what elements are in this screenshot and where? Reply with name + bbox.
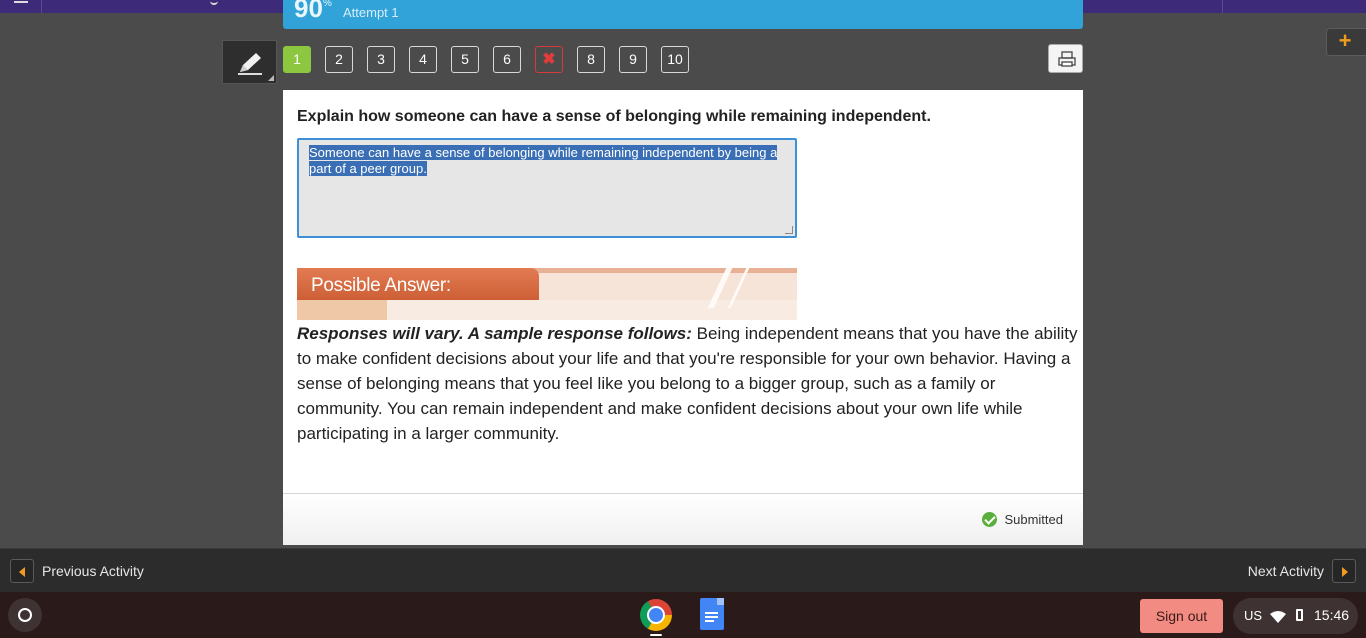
pencil-icon bbox=[238, 53, 262, 75]
question-1-button[interactable]: 1 bbox=[283, 46, 311, 73]
next-activity-label: Next Activity bbox=[1247, 563, 1324, 579]
score-banner: 90 % Attempt 1 bbox=[283, 0, 1083, 29]
question-2-button[interactable]: 2 bbox=[325, 46, 353, 73]
question-8-button[interactable]: 8 bbox=[577, 46, 605, 73]
wifi-icon bbox=[1270, 611, 1286, 623]
nav-glyph bbox=[210, 0, 218, 5]
clock: 15:46 bbox=[1314, 607, 1350, 623]
question-3-button[interactable]: 3 bbox=[367, 46, 395, 73]
possible-answer-banner: Possible Answer: bbox=[297, 268, 797, 320]
answer-text: Someone can have a sense of belonging wh… bbox=[309, 145, 778, 176]
pencil-tool-button[interactable] bbox=[222, 40, 277, 84]
submitted-label: Submitted bbox=[1004, 512, 1063, 527]
activity-bar: Previous Activity Next Activity bbox=[0, 548, 1366, 592]
menu-icon bbox=[14, 1, 28, 3]
attempt-label: Attempt 1 bbox=[343, 5, 399, 20]
score-value: 90 bbox=[294, 0, 323, 23]
docs-icon[interactable] bbox=[700, 598, 724, 630]
question-7-button[interactable]: ✖ bbox=[535, 46, 563, 73]
response-lead: Responses will vary. A sample response f… bbox=[297, 324, 692, 343]
score-percent: % bbox=[323, 0, 332, 9]
question-10-button[interactable]: 10 bbox=[661, 46, 689, 73]
answer-textarea[interactable]: Someone can have a sense of belonging wh… bbox=[297, 138, 797, 238]
chrome-icon[interactable] bbox=[640, 599, 672, 631]
menu-button[interactable] bbox=[0, 0, 42, 13]
sample-response: Responses will vary. A sample response f… bbox=[297, 321, 1081, 446]
resize-handle[interactable] bbox=[785, 226, 793, 234]
print-button[interactable] bbox=[1048, 44, 1083, 73]
possible-answer-label: Possible Answer: bbox=[311, 275, 451, 296]
nav-divider bbox=[1222, 0, 1223, 13]
check-icon bbox=[982, 512, 998, 527]
sign-out-button[interactable]: Sign out bbox=[1140, 599, 1223, 633]
question-5-button[interactable]: 5 bbox=[451, 46, 479, 73]
previous-activity-button[interactable]: Previous Activity bbox=[10, 559, 144, 583]
status-tray[interactable]: US 15:46 bbox=[1233, 598, 1358, 634]
tool-menu-corner bbox=[268, 75, 274, 81]
question-panel: Explain how someone can have a sense of … bbox=[283, 90, 1083, 545]
chevron-left-icon bbox=[10, 559, 34, 583]
question-4-button[interactable]: 4 bbox=[409, 46, 437, 73]
running-indicator bbox=[650, 634, 662, 636]
os-shelf: Sign out US 15:46 bbox=[0, 592, 1366, 638]
question-6-button[interactable]: 6 bbox=[493, 46, 521, 73]
question-9-button[interactable]: 9 bbox=[619, 46, 647, 73]
battery-icon bbox=[1296, 609, 1303, 621]
chevron-right-icon bbox=[1332, 559, 1356, 583]
previous-activity-label: Previous Activity bbox=[42, 563, 144, 579]
next-activity-button[interactable]: Next Activity bbox=[1248, 559, 1356, 583]
print-icon bbox=[1058, 51, 1076, 67]
question-prompt: Explain how someone can have a sense of … bbox=[297, 108, 931, 125]
locale-label: US bbox=[1244, 608, 1263, 623]
panel-footer: Submitted bbox=[283, 493, 1083, 545]
launcher-icon[interactable] bbox=[8, 598, 42, 632]
plus-icon[interactable]: + bbox=[1326, 28, 1366, 56]
submitted-status: Submitted bbox=[982, 512, 1063, 527]
